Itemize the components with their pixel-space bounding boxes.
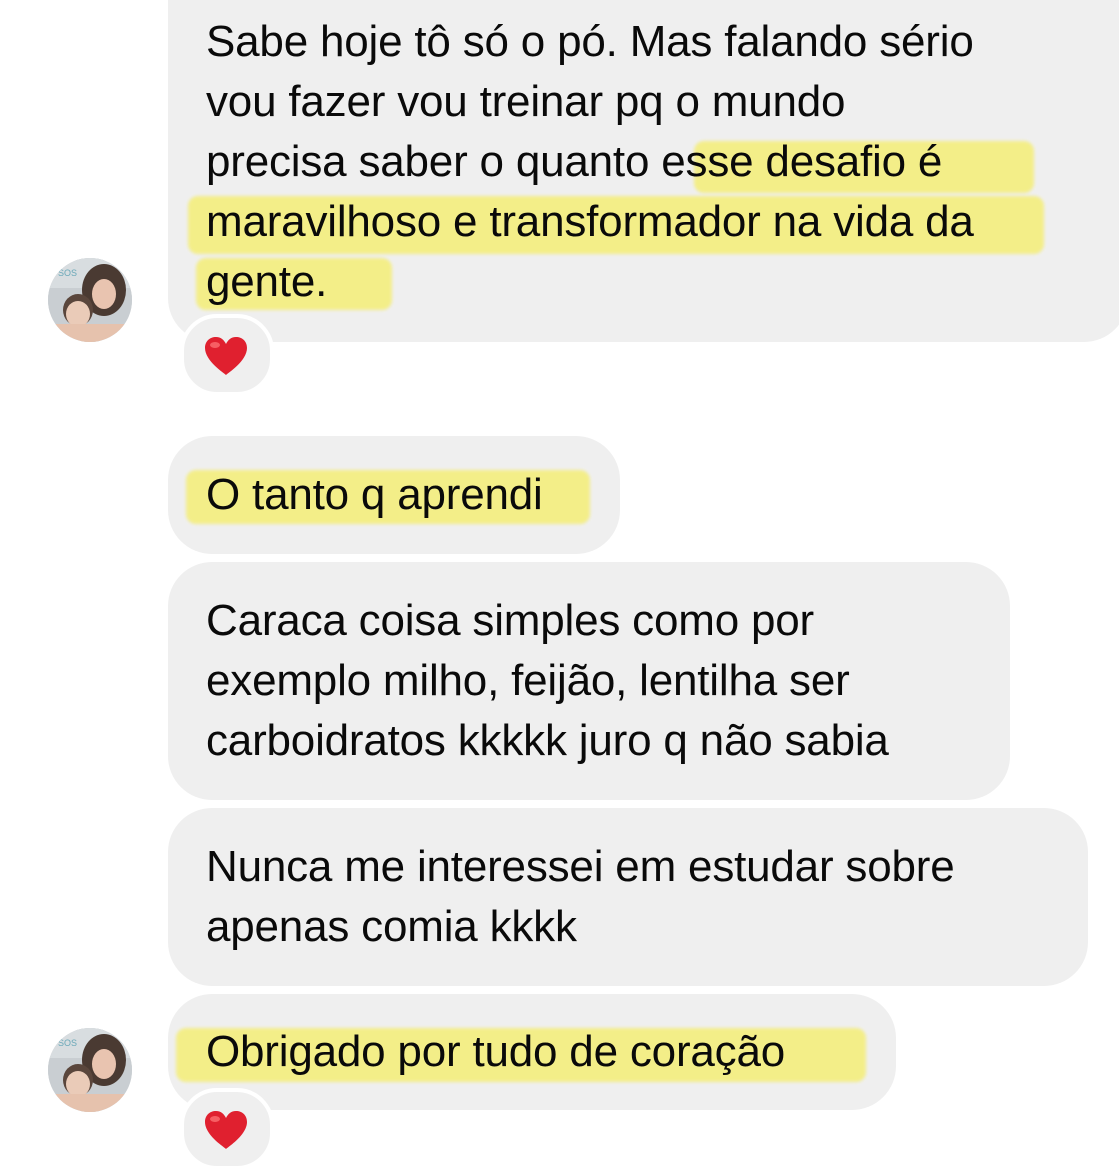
avatar[interactable]: SOS (48, 258, 132, 342)
svg-text:SOS: SOS (58, 268, 77, 278)
red-heart-icon (205, 337, 247, 375)
message-line: vou fazer vou treinar pq o mundo (206, 77, 846, 126)
avatar-photo: SOS (48, 258, 132, 342)
avatar-photo: SOS (48, 1028, 132, 1112)
message-line: Caraca coisa simples como por (206, 596, 814, 645)
message-line: maravilhoso e transformador na vida da (206, 197, 974, 246)
reaction-badge[interactable] (180, 314, 274, 396)
svg-text:SOS: SOS (58, 1038, 77, 1048)
avatar[interactable]: SOS (48, 1028, 132, 1112)
message-line: O tanto q aprendi (206, 470, 543, 519)
message-line: gente. (206, 257, 328, 306)
message-line: precisa saber o quanto esse desafio é (206, 137, 943, 186)
message-line: apenas comia kkkk (206, 902, 577, 951)
message-line: Obrigado por tudo de coração (206, 1027, 786, 1076)
reaction-badge[interactable] (180, 1088, 274, 1170)
message-line: carboidratos kkkkk juro q não sabia (206, 716, 889, 765)
message-line: Sabe hoje tô só o pó. Mas falando sério (206, 17, 974, 66)
red-heart-icon (205, 1111, 247, 1149)
message-line: Nunca me interessei em estudar sobre (206, 842, 955, 891)
message-line: exemplo milho, feijão, lentilha ser (206, 656, 850, 705)
